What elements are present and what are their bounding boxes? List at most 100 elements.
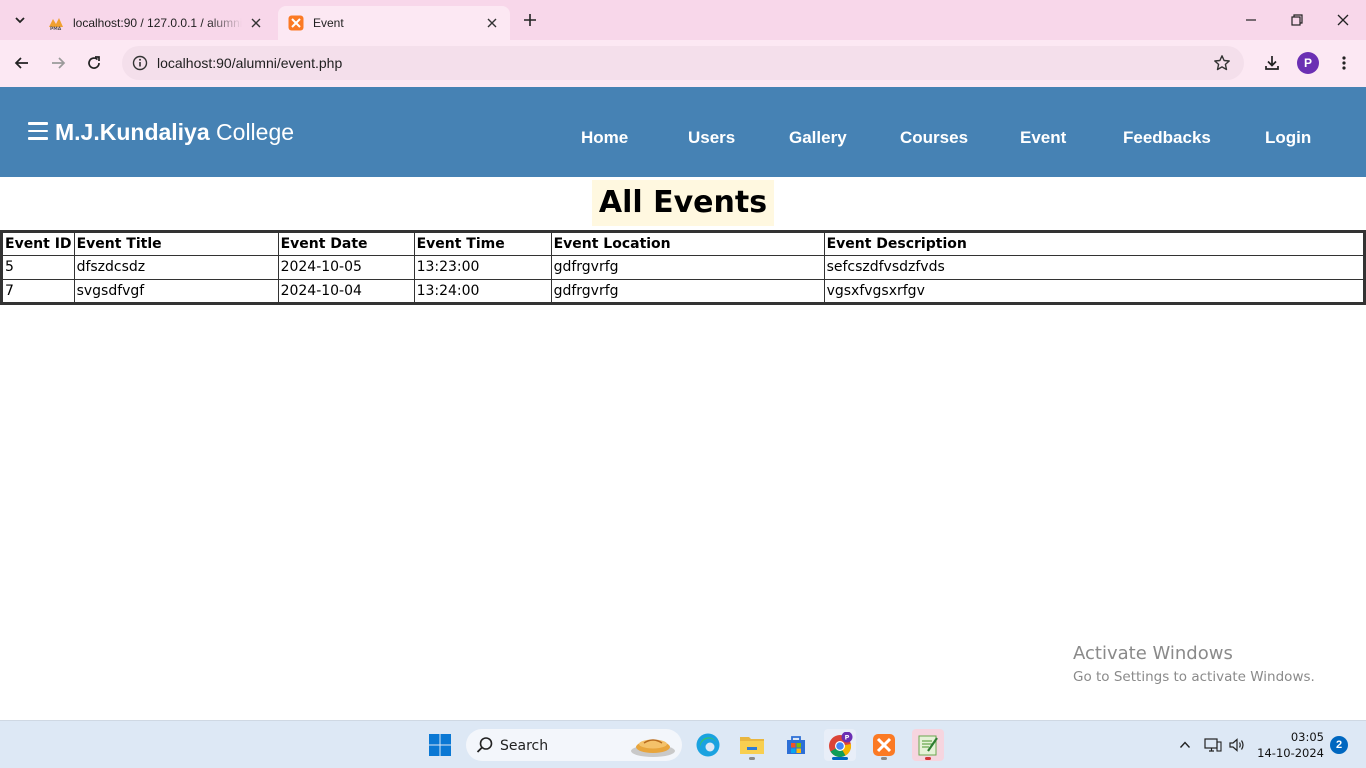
tab-search-button[interactable] xyxy=(8,8,32,32)
profile-avatar[interactable]: P xyxy=(1297,52,1319,74)
browser-menu-button[interactable] xyxy=(1331,50,1357,76)
browser-toolbar: localhost:90/alumni/event.php P xyxy=(0,40,1366,87)
volume-icon[interactable] xyxy=(1227,735,1247,755)
xampp-icon xyxy=(288,15,304,31)
column-header-event-location: Event Location xyxy=(550,231,825,256)
site-navbar: M.J.Kundaliya College Home Users Gallery… xyxy=(0,87,1366,177)
show-hidden-icons-button[interactable] xyxy=(1175,735,1195,755)
heading-container: All Events xyxy=(0,180,1366,226)
downloads-button[interactable] xyxy=(1259,50,1285,76)
cell-event-title: dfszdcsdz xyxy=(73,255,279,280)
taskbar-file-explorer[interactable] xyxy=(736,729,768,761)
cell-event-date: 2024-10-05 xyxy=(277,255,415,280)
search-label: Search xyxy=(500,738,549,754)
microsoft-store-icon xyxy=(787,736,805,754)
more-vertical-icon xyxy=(1342,56,1346,70)
back-button[interactable] xyxy=(9,50,35,76)
nav-link-home[interactable]: Home xyxy=(581,128,628,148)
nav-link-event[interactable]: Event xyxy=(1020,128,1066,148)
column-header-event-time: Event Time xyxy=(413,231,552,256)
cell-event-id: 5 xyxy=(1,255,75,280)
minimize-button[interactable] xyxy=(1228,0,1274,40)
watermark-subtitle: Go to Settings to activate Windows. xyxy=(1073,669,1315,685)
bookmark-star-icon[interactable] xyxy=(1212,53,1232,73)
table-row: 5 dfszdcsdz 2024-10-05 13:23:00 gdfrgvrf… xyxy=(1,255,1366,280)
start-button[interactable] xyxy=(424,729,456,761)
column-header-event-description: Event Description xyxy=(823,231,1366,256)
restore-icon xyxy=(1291,14,1303,26)
table-row: 7 svgsdfvgf 2024-10-04 13:24:00 gdfrgvrf… xyxy=(1,279,1366,304)
close-tab-icon[interactable] xyxy=(248,15,264,31)
running-indicator xyxy=(881,757,887,760)
system-clock[interactable]: 03:05 14-10-2024 xyxy=(1252,729,1324,761)
close-icon xyxy=(1337,14,1349,26)
nav-link-users[interactable]: Users xyxy=(688,128,735,148)
windows-logo-icon xyxy=(429,734,451,756)
restore-button[interactable] xyxy=(1274,0,1320,40)
cell-event-date: 2024-10-04 xyxy=(277,279,415,304)
svg-text:PMA: PMA xyxy=(50,26,62,31)
running-indicator xyxy=(925,757,931,760)
notification-badge[interactable]: 2 xyxy=(1330,736,1348,754)
taskbar-notepad[interactable] xyxy=(912,729,944,761)
chrome-browser-icon: P xyxy=(829,732,853,757)
chevron-up-icon xyxy=(1179,741,1191,748)
column-header-event-title: Event Title xyxy=(73,231,279,256)
taskbar-xampp[interactable] xyxy=(868,729,900,761)
cell-event-location: gdfrgvrfg xyxy=(550,255,825,280)
hamburger-menu-icon[interactable] xyxy=(28,122,48,140)
notepad-plus-icon xyxy=(918,735,938,756)
clock-date: 14-10-2024 xyxy=(1257,746,1324,760)
page-title: All Events xyxy=(591,180,775,226)
browser-tab-strip: PMA localhost:90 / 127.0.0.1 / alumni Ev… xyxy=(0,0,1366,40)
taskbar-store[interactable] xyxy=(780,729,812,761)
nav-link-feedbacks[interactable]: Feedbacks xyxy=(1123,128,1211,148)
svg-text:P: P xyxy=(845,733,850,741)
site-info-icon[interactable] xyxy=(130,53,150,73)
taskbar-search-box[interactable]: Search xyxy=(466,729,682,761)
tab-title: localhost:90 / 127.0.0.1 / alumni xyxy=(73,16,242,30)
nav-link-courses[interactable]: Courses xyxy=(900,128,968,148)
chevron-down-icon xyxy=(15,17,25,24)
activate-windows-watermark: Activate Windows Go to Settings to activ… xyxy=(1073,643,1315,685)
download-icon xyxy=(1265,56,1279,70)
new-tab-button[interactable] xyxy=(518,8,542,32)
brand-name: M.J.Kundaliya xyxy=(55,119,210,145)
close-window-button[interactable] xyxy=(1320,0,1366,40)
cell-event-time: 13:24:00 xyxy=(413,279,552,304)
reload-button[interactable] xyxy=(81,50,107,76)
arrow-left-icon xyxy=(14,57,28,69)
browser-tab-event[interactable]: Event xyxy=(278,6,510,40)
site-brand[interactable]: M.J.Kundaliya College xyxy=(55,119,294,146)
arrow-right-icon xyxy=(52,57,66,69)
cell-event-title: svgsdfvgf xyxy=(73,279,279,304)
tab-title: Event xyxy=(313,16,344,30)
column-header-event-date: Event Date xyxy=(277,231,415,256)
search-highlight-pie-icon xyxy=(631,739,675,757)
search-icon xyxy=(476,737,493,753)
nav-link-login[interactable]: Login xyxy=(1265,128,1311,148)
watermark-title: Activate Windows xyxy=(1073,643,1233,664)
taskbar-chrome[interactable]: P xyxy=(824,729,856,761)
clock-time: 03:05 xyxy=(1290,730,1324,744)
nav-link-gallery[interactable]: Gallery xyxy=(789,128,847,148)
taskbar-edge[interactable] xyxy=(692,729,724,761)
reload-icon xyxy=(88,56,100,69)
browser-tab-phpmyadmin[interactable]: PMA localhost:90 / 127.0.0.1 / alumni xyxy=(38,6,274,40)
brand-suffix: College xyxy=(216,119,295,145)
network-icon[interactable] xyxy=(1203,735,1223,755)
events-table: Event ID Event Title Event Date Event Ti… xyxy=(0,230,1366,305)
cell-event-description: sefcszdfvsdzfvds xyxy=(823,255,1366,280)
url-text[interactable]: localhost:90/alumni/event.php xyxy=(157,55,342,71)
folder-icon xyxy=(740,737,764,754)
plus-icon xyxy=(524,14,536,26)
address-bar[interactable]: localhost:90/alumni/event.php xyxy=(122,46,1244,80)
minimize-icon xyxy=(1246,19,1256,21)
close-tab-icon[interactable] xyxy=(484,15,500,31)
forward-button[interactable] xyxy=(45,50,71,76)
cell-event-time: 13:23:00 xyxy=(413,255,552,280)
running-indicator xyxy=(749,757,755,760)
edge-browser-icon xyxy=(696,733,720,757)
table-header-row: Event ID Event Title Event Date Event Ti… xyxy=(1,231,1366,256)
column-header-event-id: Event ID xyxy=(1,231,75,256)
